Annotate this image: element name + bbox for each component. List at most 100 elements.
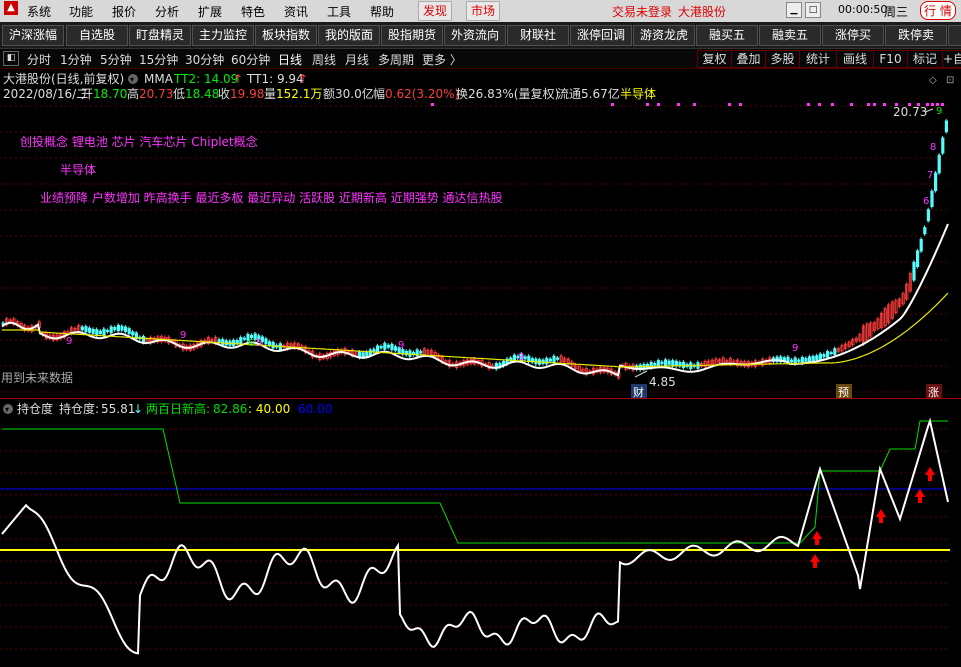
tb-overflow[interactable] (948, 25, 961, 46)
candle-body (95, 329, 99, 336)
candle-body (912, 261, 916, 281)
btn-mark[interactable]: 标记 (907, 50, 943, 68)
candle-body (379, 346, 383, 349)
sub-high-label: 两百日新高: (146, 401, 210, 416)
chart-title: 大港股份(日线,前复权) (3, 71, 124, 86)
period-tick[interactable]: 分时 (27, 51, 51, 68)
period-more[interactable]: 更多 〉 (422, 51, 462, 68)
layout-toggle-icon[interactable]: ◧ (3, 51, 19, 66)
ohlc-row: 2022/08/16/二 开18.70 高20.73 低18.48 收19.98… (3, 86, 656, 101)
candle-body (815, 355, 819, 361)
btn-add-custom[interactable]: +自 (942, 50, 961, 68)
tb-hs-gain[interactable]: 沪深涨幅 (2, 25, 64, 46)
candle-body (264, 338, 268, 345)
stock-tags: 业绩预降 户数增加 昨高换手 最近多板 最近异动 活跃股 近期新高 近期强势 通… (40, 190, 503, 205)
btn-multi-stock[interactable]: 多股 (765, 50, 800, 68)
event-marker-forecast-label: 预 (838, 386, 849, 398)
tb-sector-index[interactable]: 板块指数 (255, 25, 317, 46)
period-multi[interactable]: 多周期 (378, 51, 414, 68)
candle-body (91, 328, 95, 334)
candle-body (221, 338, 225, 346)
holding-indicator-chart[interactable]: ▾ 持仓度 持仓度: 55.81 ↓ 两百日新高: 82.86 : 40.00 … (0, 399, 961, 667)
tb-cls-news[interactable]: 财联社 (507, 25, 569, 46)
candle-body (682, 361, 686, 369)
signal-digit: 6 (248, 338, 254, 349)
candle-body (124, 326, 128, 332)
menu-analysis[interactable]: 分析 (155, 3, 179, 20)
window-icon[interactable]: □ (805, 2, 821, 18)
tb-margin-buy5[interactable]: 融买五 (696, 25, 758, 46)
menu-feature[interactable]: 特色 (241, 3, 265, 20)
login-status[interactable]: 交易未登录 (612, 3, 672, 20)
window-stock-title: 大港股份 (678, 5, 727, 19)
candle-body (808, 356, 812, 363)
candle-body (102, 328, 106, 336)
tb-hot-money[interactable]: 游资龙虎 (633, 25, 695, 46)
tb-limit-down-sell[interactable]: 跌停卖 (885, 25, 947, 46)
tb-main-force[interactable]: 主力监控 (192, 25, 254, 46)
candle-body (790, 359, 794, 363)
period-monthly[interactable]: 月线 (345, 51, 369, 68)
btn-f10[interactable]: F10 (873, 50, 908, 68)
signal-digit: 9 (792, 343, 798, 354)
tb-margin-sell5[interactable]: 融卖五 (759, 25, 821, 46)
candle-body (930, 190, 934, 207)
event-marker-limit-label: 涨 (928, 386, 939, 398)
signal-dot (739, 103, 742, 106)
tb-limit-pullback[interactable]: 涨停回调 (570, 25, 632, 46)
chg-label: 幅 (373, 86, 385, 101)
chg-value: 0.62(3.20%) (385, 87, 459, 101)
kline-chart[interactable]: 996 5 9999876 大港股份(日线,前复权) ▾ MMA TT2: 14.0… (0, 68, 961, 398)
candle-body (109, 326, 113, 334)
candle-body (217, 339, 221, 343)
period-30min[interactable]: 30分钟 (185, 51, 224, 68)
app-logo-icon[interactable]: ▲ (4, 1, 18, 15)
btn-adjust[interactable]: 复权 (697, 50, 732, 68)
candle-body (926, 209, 931, 222)
tb-index-futures[interactable]: 股指期货 (381, 25, 443, 46)
period-5min[interactable]: 5分钟 (100, 51, 132, 68)
signal-dot (728, 103, 731, 106)
period-1min[interactable]: 1分钟 (60, 51, 92, 68)
period-daily[interactable]: 日线 (278, 51, 302, 68)
menu-quote[interactable]: 报价 (112, 3, 136, 20)
menu-system[interactable]: 系统 (27, 3, 51, 20)
tb-watchlist[interactable]: 自选股 (66, 25, 128, 46)
period-60min[interactable]: 60分钟 (231, 51, 270, 68)
candle-body (545, 357, 549, 365)
tb-foreign-flow[interactable]: 外资流向 (444, 25, 506, 46)
btn-draw[interactable]: 画线 (836, 50, 874, 68)
period-weekly[interactable]: 周线 (312, 51, 336, 68)
signal-digit: 5 (256, 338, 262, 349)
menu-tools[interactable]: 工具 (327, 3, 351, 20)
sector-tag: 半导体 (60, 163, 96, 177)
btn-statistics[interactable]: 统计 (799, 50, 837, 68)
tb-limit-up-buy[interactable]: 涨停买 (822, 25, 884, 46)
expand-icon[interactable]: ⊡ (946, 75, 954, 86)
tb-my-layout[interactable]: 我的版面 (318, 25, 380, 46)
period-bar: ◧ 分时 1分钟 5分钟 15分钟 30分钟 60分钟 日线 周线 月线 多周期… (0, 49, 961, 69)
btn-overlay[interactable]: 叠加 (731, 50, 766, 68)
period-15min[interactable]: 15分钟 (139, 51, 178, 68)
candle-body (923, 227, 927, 235)
menu-extend[interactable]: 扩展 (198, 3, 222, 20)
quote-tab[interactable]: 行 情 (920, 1, 956, 20)
candle-body (916, 250, 920, 268)
tt2-value: TT2: 14.09 (173, 72, 238, 86)
menu-help[interactable]: 帮助 (370, 3, 394, 20)
menu-function[interactable]: 功能 (69, 3, 93, 20)
minimize-icon[interactable]: ▁ (786, 2, 802, 18)
high-value: 20.73 (139, 87, 173, 101)
market-button[interactable]: 市场 (466, 1, 501, 21)
candle-body (804, 357, 808, 362)
discover-button[interactable]: 发现 (418, 1, 453, 21)
toolbar: 沪深涨幅 自选股 盯盘精灵 主力监控 板块指数 我的版面 股指期货 外资流向 财… (0, 22, 961, 49)
two-hundred-day-high-line (2, 420, 948, 544)
diamond-icon[interactable]: ◇ (929, 75, 937, 86)
sub-name: 持仓度 (17, 401, 53, 416)
tb-monitor-genius[interactable]: 盯盘精灵 (129, 25, 191, 46)
candle-body (667, 360, 671, 365)
candle-body (116, 324, 120, 332)
menu-news[interactable]: 资讯 (284, 3, 308, 20)
candle-body (552, 355, 556, 363)
